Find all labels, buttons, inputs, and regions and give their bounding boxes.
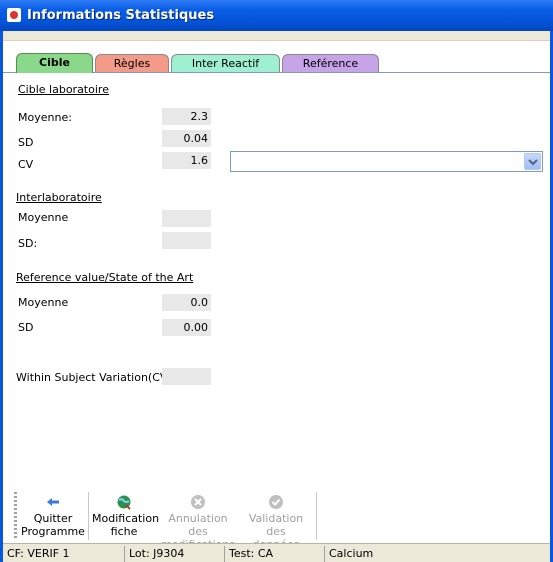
status-test: Test: CA bbox=[224, 546, 323, 562]
app-icon[interactable] bbox=[7, 8, 21, 22]
validate-button[interactable]: Validation des données bbox=[238, 494, 314, 551]
title-bar[interactable]: Informations Statistiques bbox=[0, 0, 553, 31]
quit-label-1: Quitter bbox=[33, 512, 73, 525]
tab-inter-reactif[interactable]: Inter Reactif bbox=[171, 54, 280, 72]
inter-moyenne-label: Moyenne bbox=[18, 211, 69, 224]
inter-heading: Interlaboratoire bbox=[16, 191, 102, 204]
toolbar-separator bbox=[88, 492, 89, 540]
modify-label-2: fiche bbox=[110, 525, 138, 538]
modify-button[interactable]: Modification fiche bbox=[92, 494, 160, 540]
quit-label-2: Programme bbox=[21, 525, 85, 538]
within-field[interactable] bbox=[162, 368, 211, 385]
inter-sd-label: SD: bbox=[18, 237, 38, 250]
cible-sd-field[interactable]: 0.04 bbox=[162, 130, 211, 147]
inter-sd-field[interactable] bbox=[162, 232, 211, 249]
tab-reference[interactable]: Reférence bbox=[282, 54, 379, 72]
cible-combo-box[interactable] bbox=[230, 151, 543, 172]
cible-moyenne-field[interactable]: 2.3 bbox=[162, 108, 211, 125]
cancel-changes-button[interactable]: Annulation des modifications bbox=[160, 494, 236, 551]
cible-cv-label: CV bbox=[18, 158, 34, 171]
reference-moyenne-label: Moyenne bbox=[18, 296, 69, 309]
status-analyte: Calcium bbox=[324, 546, 550, 562]
globe-edit-icon bbox=[116, 494, 132, 510]
cible-cv-field[interactable]: 1.6 bbox=[162, 152, 211, 169]
modify-label-1: Modification bbox=[92, 512, 160, 525]
reference-sd-label: SD bbox=[18, 321, 34, 334]
within-label: Within Subject Variation(CV%) bbox=[16, 371, 183, 384]
window-title: Informations Statistiques bbox=[27, 8, 215, 23]
cible-sd-label: SD bbox=[18, 136, 34, 149]
cancel-icon bbox=[190, 494, 206, 510]
reference-heading: Reference value/State of the Art bbox=[16, 271, 194, 284]
status-cf: CF: VERIF 1 bbox=[7, 547, 70, 560]
quit-button[interactable]: Quitter Programme bbox=[20, 494, 86, 540]
chevron-down-icon[interactable] bbox=[524, 153, 541, 170]
toolbar-grip[interactable] bbox=[14, 492, 17, 540]
reference-moyenne-field[interactable]: 0.0 bbox=[162, 294, 211, 311]
reference-sd-field[interactable]: 0.00 bbox=[162, 319, 211, 336]
check-icon bbox=[268, 494, 284, 510]
arrow-left-icon bbox=[45, 494, 61, 510]
tab-regles[interactable]: Règles bbox=[95, 54, 169, 72]
status-lot: Lot: J9304 bbox=[124, 546, 223, 562]
cible-heading: Cible laboratoire bbox=[18, 83, 109, 96]
validate-label-1: Validation des bbox=[248, 512, 304, 538]
header-band bbox=[3, 31, 550, 41]
toolbar-separator bbox=[316, 492, 317, 540]
cible-moyenne-label: Moyenne: bbox=[18, 111, 72, 124]
inter-moyenne-field[interactable] bbox=[162, 210, 211, 227]
tab-cible[interactable]: Cible bbox=[16, 53, 93, 73]
cancel-label-1: Annulation des bbox=[168, 512, 228, 538]
